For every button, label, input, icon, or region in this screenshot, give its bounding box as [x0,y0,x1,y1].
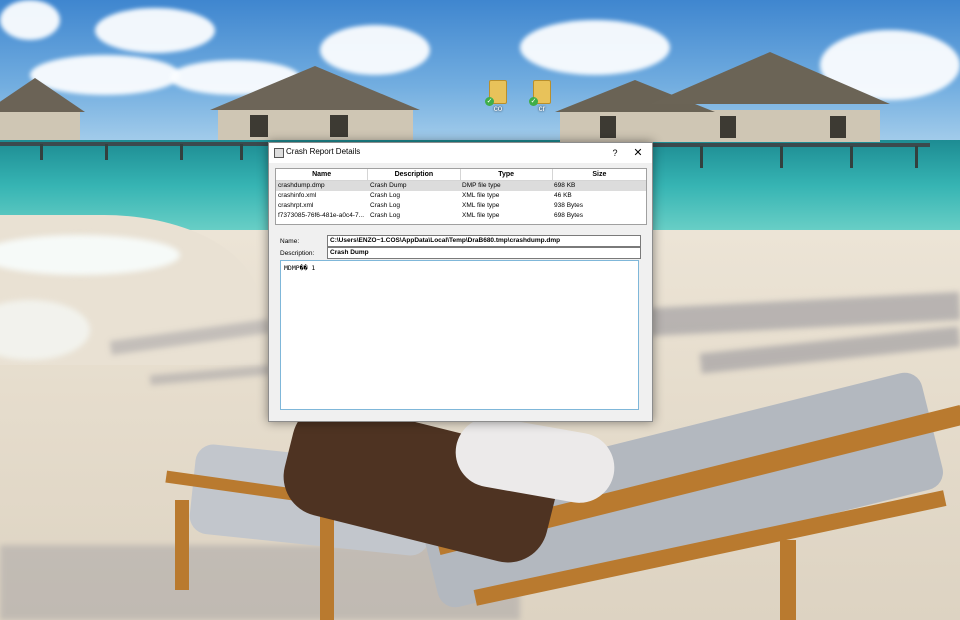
cell-type: XML file type [462,202,500,209]
cell-type: DMP file type [462,182,501,189]
cell-description: Crash Log [370,192,401,199]
cell-type: XML file type [462,192,500,199]
table-row[interactable]: crashrpt.xml Crash Log XML file type 938… [276,201,646,211]
name-field[interactable]: C:\Users\ENZO~1.COS\AppData\Local\Temp\D… [327,235,641,247]
title-bar[interactable]: Crash Report Details ? ✕ [269,143,652,163]
cell-size: 698 KB [554,182,576,189]
checkmark-icon: ✓ [529,97,538,106]
column-header-size[interactable]: Size [553,169,646,180]
hut [218,108,413,140]
column-header-description[interactable]: Description [368,169,461,180]
description-field[interactable]: Crash Dump [327,247,641,259]
table-row[interactable]: crashinfo.xml Crash Log XML file type 46… [276,191,646,201]
dialog-title: Crash Report Details [286,147,361,156]
cell-name: f7373085-76f6-481e-a0c4-7... [278,212,365,219]
file-list-table: Name Description Type Size crashdump.dmp… [275,168,647,225]
checkmark-icon: ✓ [485,97,494,106]
description-label: Description: [280,250,315,257]
cloud [95,8,215,53]
file-content-preview[interactable]: MDMP�� 1 [280,260,639,410]
column-header-name[interactable]: Name [276,169,369,180]
cell-description: Crash Dump [370,182,407,189]
desktop-icon[interactable]: ✓ cr [529,80,552,113]
cell-name: crashdump.dmp [278,182,325,189]
cell-description: Crash Log [370,212,401,219]
close-button[interactable]: ✕ [629,145,647,161]
cloud [520,20,670,75]
desktop-icon[interactable]: ✓ co [485,80,508,113]
pier [650,143,930,147]
column-header-type[interactable]: Type [461,169,553,180]
cell-name: crashrpt.xml [278,202,314,209]
app-icon [274,148,284,158]
cell-type: XML file type [462,212,500,219]
cell-size: 46 KB [554,192,572,199]
document-icon: ✓ [529,80,551,106]
crash-report-dialog: Crash Report Details ? ✕ Name Descriptio… [268,142,653,422]
help-button[interactable]: ? [607,145,623,161]
document-icon: ✓ [485,80,507,106]
hut [0,110,80,140]
table-header: Name Description Type Size [276,169,646,181]
cell-description: Crash Log [370,202,401,209]
name-label: Name: [280,238,300,245]
table-row[interactable]: f7373085-76f6-481e-a0c4-7... Crash Log X… [276,211,646,221]
table-row[interactable]: crashdump.dmp Crash Dump DMP file type 6… [276,181,646,191]
cloud [0,0,60,40]
cell-name: crashinfo.xml [278,192,317,199]
cell-size: 698 Bytes [554,212,583,219]
cell-size: 938 Bytes [554,202,583,209]
